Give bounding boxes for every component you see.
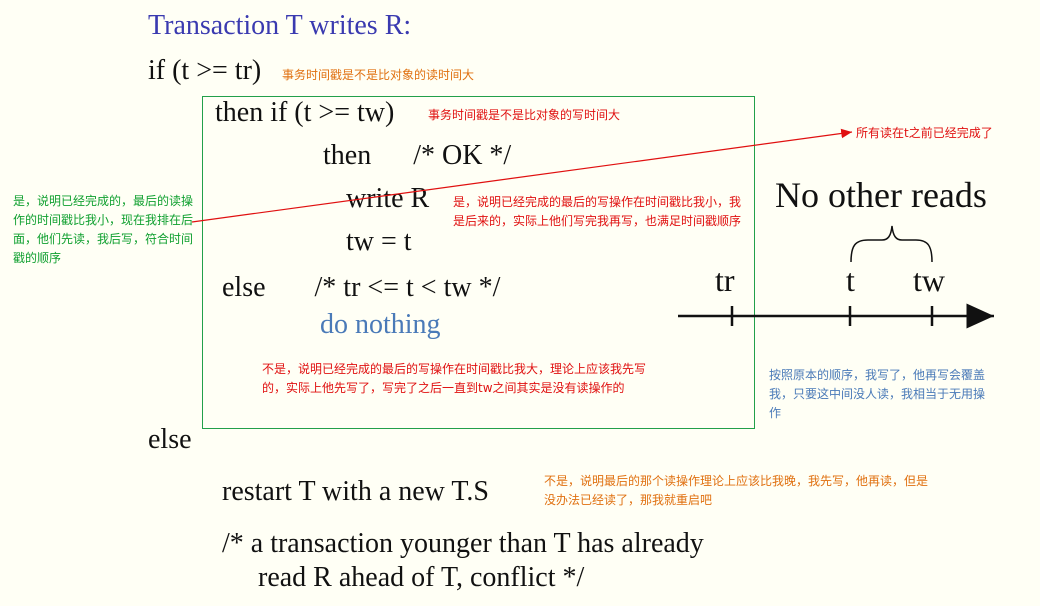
- brace: [850, 225, 933, 263]
- red-arrow: [191, 128, 853, 223]
- diagram-graphics: [191, 128, 994, 329]
